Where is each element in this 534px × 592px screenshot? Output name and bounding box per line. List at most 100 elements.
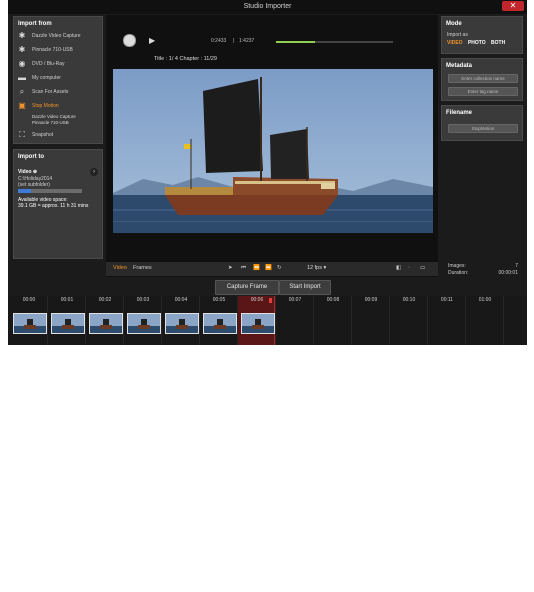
timeline-divider xyxy=(503,296,504,345)
timeline-divider xyxy=(161,296,162,345)
metadata-title: Metadata xyxy=(446,63,473,69)
images-count: Images: 7 xyxy=(448,263,518,269)
skip-start-icon[interactable]: ⏮ xyxy=(241,265,246,272)
snapshot-icon: ⛶ xyxy=(19,129,25,139)
timeline-tick-label: 00:11 xyxy=(440,297,454,303)
tag-name-field[interactable]: Enter tag name xyxy=(448,87,518,96)
close-button[interactable]: ✕ xyxy=(502,1,524,11)
source-snapshot[interactable]: ⛶ Snapshot xyxy=(18,129,53,140)
mode-options: VIDEO PHOTO BOTH xyxy=(447,40,505,46)
import-from-panel: Import from ✱ Dazzle Video Capture ✱ Pin… xyxy=(13,16,103,144)
timeline-tick-label: 00:06 xyxy=(250,297,264,303)
frame-thumbnail[interactable] xyxy=(89,313,123,334)
frames-timeline[interactable]: 00:00 00:01 00:02 00:03 00:04 00:05 00:06 00:07… xyxy=(8,296,527,345)
frame-thumbnail[interactable] xyxy=(241,313,275,334)
space-bar-fill xyxy=(18,189,31,193)
space-bar xyxy=(18,189,82,193)
title-chapter: Title : 1/ 4 Chapter : 11/29 xyxy=(154,56,217,62)
timeline-tick-label: 00:02 xyxy=(98,297,112,303)
collection-name-field[interactable]: Enter collection name xyxy=(448,74,518,83)
mode-photo[interactable]: PHOTO xyxy=(468,40,486,46)
timeline-divider xyxy=(427,296,428,345)
studio-importer-window: Studio Importer ✕ Import from ✱ Dazzle V… xyxy=(8,0,527,345)
import-to-title: Import to xyxy=(18,154,44,160)
set-subfolder[interactable]: (set subfolder) xyxy=(18,182,50,188)
timeline-divider xyxy=(237,296,238,345)
tab-video[interactable]: Video xyxy=(113,265,127,271)
capture-frame-button[interactable]: Capture Frame xyxy=(215,280,279,295)
stop-motion-icon: ▣ xyxy=(18,100,26,110)
timeline-divider xyxy=(389,296,390,345)
timeline-tick-label: 00:10 xyxy=(402,297,416,303)
timeline-divider xyxy=(313,296,314,345)
gear-icon: ✱ xyxy=(18,44,26,54)
mode-title: Mode xyxy=(446,21,462,27)
timeline-divider xyxy=(275,296,276,345)
filename-field[interactable]: StopMotion xyxy=(448,124,518,133)
play-icon[interactable]: ▶ xyxy=(149,36,155,45)
magnifier-icon: ⌕ xyxy=(19,86,25,96)
timeline-tick-label: 00:07 xyxy=(288,297,302,303)
filename-title: Filename xyxy=(446,110,473,116)
source-stop-motion[interactable]: ▣ Stop Motion xyxy=(18,100,58,111)
start-import-button[interactable]: Start Import xyxy=(279,280,331,295)
frame-thumbnail[interactable] xyxy=(203,313,237,334)
preview-progress-fill xyxy=(276,41,315,43)
fullscreen-icon[interactable]: ▭ xyxy=(420,265,425,271)
film-reel-icon xyxy=(123,34,136,47)
import-as-label: Import as xyxy=(447,32,468,38)
frame-thumbnail[interactable] xyxy=(13,313,47,334)
import-to-panel: Import to Video ⊕ › C:\Holiday2014 (set … xyxy=(13,149,103,259)
mode-both[interactable]: BOTH xyxy=(491,40,505,46)
source-pinnacle[interactable]: ✱ Pinnacle 710-USB xyxy=(18,44,73,55)
timeline-tick-label: 00:01 xyxy=(60,297,74,303)
preview-viewer: ▶ 0:2433 | 1:4237 Title : 1/ 4 Chapter :… xyxy=(106,15,438,277)
frame-thumbnail[interactable] xyxy=(51,313,85,334)
disc-icon: ◉ xyxy=(18,58,26,68)
chevron-right-icon[interactable]: › xyxy=(90,168,98,176)
timeline-divider xyxy=(351,296,352,345)
forward-icon[interactable]: ⏩ xyxy=(265,265,272,271)
timecode-total: 1:4237 xyxy=(239,38,255,44)
timeline-tick-label: 00:05 xyxy=(212,297,226,303)
duration-readout: Duration: 00:00:01 xyxy=(448,270,518,276)
overlay-icon[interactable]: ◧ xyxy=(396,265,401,271)
timecode-current: 0:2433 xyxy=(211,38,227,44)
tab-frames[interactable]: Frames xyxy=(133,265,152,271)
timeline-tick-label: 00:08 xyxy=(326,297,340,303)
timeline-tick-label: 00:00 xyxy=(22,297,36,303)
rewind-icon[interactable]: ⏪ xyxy=(253,265,260,271)
timecode-separator: | xyxy=(233,38,235,44)
filename-panel: Filename StopMotion xyxy=(441,105,523,141)
source-my-computer[interactable]: ▬ My computer xyxy=(18,72,61,83)
stop-motion-device[interactable]: Dazzle Video Capture Pinnacle 710-USB xyxy=(32,114,76,126)
gear-icon: ✱ xyxy=(18,30,26,40)
loop-icon[interactable]: ↻ xyxy=(277,265,282,271)
boat-scene-image xyxy=(113,69,433,233)
playback-control-bar: Video Frames ➤ ⏮ ⏪ ⏩ ↻ 12 fps ▾ ◧ ◦ ▭ xyxy=(106,262,438,276)
preview-progress-track[interactable] xyxy=(276,41,393,43)
window-title: Studio Importer xyxy=(243,3,292,10)
timeline-divider xyxy=(47,296,48,345)
available-space-value: 39.1 GB = approx. 11 h 31 mins xyxy=(18,203,89,209)
video-destination-label: Video ⊕ xyxy=(18,169,38,175)
source-dvd[interactable]: ◉ DVD / Blu-Ray xyxy=(18,58,65,69)
timeline-tick-label: 00:03 xyxy=(136,297,150,303)
mode-video[interactable]: VIDEO xyxy=(447,40,463,46)
timeline-tick-label: 00:04 xyxy=(174,297,188,303)
timeline-tick-label: 01:00 xyxy=(478,297,492,303)
source-dazzle[interactable]: ✱ Dazzle Video Capture xyxy=(18,30,81,41)
frame-thumbnail[interactable] xyxy=(127,313,161,334)
cursor-icon[interactable]: ➤ xyxy=(228,265,233,271)
title-bar: Studio Importer ✕ xyxy=(8,0,527,14)
timeline-divider xyxy=(199,296,200,345)
fps-dropdown[interactable]: 12 fps ▾ xyxy=(307,265,326,271)
settings-icon[interactable]: ◦ xyxy=(408,265,410,271)
mode-panel: Mode Import as VIDEO PHOTO BOTH xyxy=(441,16,523,54)
timeline-divider xyxy=(85,296,86,345)
source-scan-assets[interactable]: ⌕ Scan For Assets xyxy=(18,86,69,97)
folder-icon: ▬ xyxy=(18,72,26,82)
timeline-divider xyxy=(123,296,124,345)
frame-thumbnail[interactable] xyxy=(165,313,199,334)
import-from-title: Import from xyxy=(18,21,52,27)
